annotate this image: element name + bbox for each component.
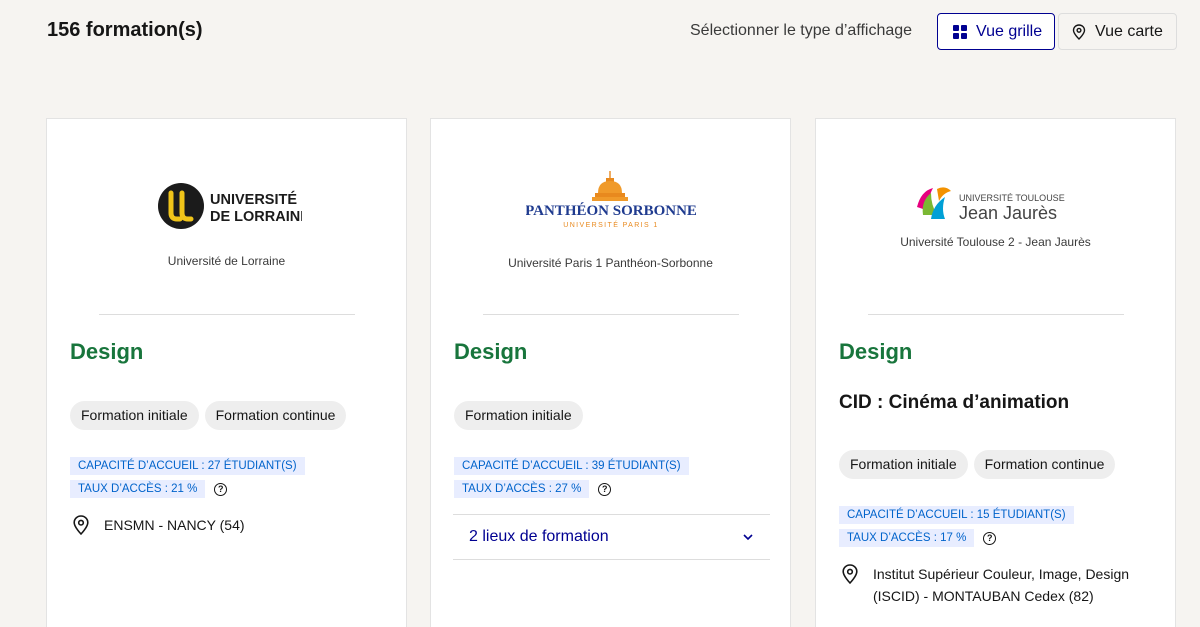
access-rate-text: TAUX D’ACCÈS : 17 % <box>839 529 975 547</box>
formation-card[interactable]: UNIVERSITÉ TOULOUSE Jean Jaurès Universi… <box>815 118 1176 627</box>
tag-list: Formation initiale Formation continue <box>839 450 1116 479</box>
svg-text:UNIVERSITÉ: UNIVERSITÉ <box>210 191 297 208</box>
establishment-name: Université de Lorraine <box>167 254 286 268</box>
tag-formation-initiale: Formation initiale <box>839 450 968 479</box>
formation-card[interactable]: PANTHÉON SORBONNE UNIVERSITÉ PARIS 1 Uni… <box>430 118 791 627</box>
map-view-label: Vue carte <box>1095 22 1163 40</box>
view-type-label: Sélectionner le type d’affichage <box>690 22 913 39</box>
tag-formation-initiale: Formation initiale <box>70 401 199 430</box>
svg-text:Jean Jaurès: Jean Jaurès <box>959 203 1057 223</box>
help-icon[interactable]: ? <box>598 482 612 496</box>
svg-text:DE LORRAINE: DE LORRAINE <box>210 209 302 225</box>
establishment-name: Université Toulouse 2 - Jean Jaurès <box>900 235 1091 249</box>
capacity-stat: CAPACITÉ D’ACCUEIL : 27 ÉTUDIANT(S) <box>70 457 305 475</box>
results-header: 156 formation(s) Sélectionner le type d’… <box>0 0 1200 64</box>
help-icon[interactable]: ? <box>983 531 997 545</box>
location-pin-icon <box>73 515 89 536</box>
tag-formation-initiale: Formation initiale <box>454 401 583 430</box>
tag-list: Formation initiale Formation continue <box>70 401 347 430</box>
grid-view-button[interactable]: Vue grille <box>937 13 1055 50</box>
formation-title[interactable]: Design <box>70 339 143 365</box>
capacity-text: CAPACITÉ D’ACCUEIL : 15 ÉTUDIANT(S) <box>839 506 1074 524</box>
svg-text:UNIVERSITÉ PARIS 1: UNIVERSITÉ PARIS 1 <box>563 220 658 229</box>
locations-toggle-label: 2 lieux de formation <box>469 528 609 545</box>
capacity-stat: CAPACITÉ D’ACCUEIL : 39 ÉTUDIANT(S) <box>454 457 689 475</box>
university-logo: UNIVERSITÉ TOULOUSE Jean Jaurès <box>816 181 1175 231</box>
grid-view-label: Vue grille <box>976 22 1043 40</box>
tag-formation-continue: Formation continue <box>973 450 1116 479</box>
results-count: 156 formation(s) <box>47 19 203 41</box>
formation-title[interactable]: Design <box>454 339 527 365</box>
university-logo: UNIVERSITÉ DE LORRAINE <box>47 177 406 235</box>
location-text: ENSMN - NANCY (54) <box>104 517 245 533</box>
svg-text:UNIVERSITÉ TOULOUSE: UNIVERSITÉ TOULOUSE <box>959 193 1065 203</box>
chevron-down-icon <box>742 528 754 546</box>
capacity-text: CAPACITÉ D’ACCUEIL : 27 ÉTUDIANT(S) <box>70 457 305 475</box>
help-icon[interactable]: ? <box>214 482 228 496</box>
location-pin-icon <box>842 564 858 585</box>
tag-list: Formation initiale <box>454 401 583 430</box>
formation-title[interactable]: Design <box>839 339 912 365</box>
svg-text:PANTHÉON SORBONNE: PANTHÉON SORBONNE <box>526 202 696 219</box>
map-pin-icon <box>1071 23 1087 40</box>
locations-accordion[interactable]: 2 lieux de formation <box>453 514 770 560</box>
location: Institut Supérieur Couleur, Image, Desig… <box>839 563 1129 607</box>
access-rate-text: TAUX D’ACCÈS : 21 % <box>70 480 206 498</box>
divider <box>483 314 739 315</box>
formation-subtitle: CID : Cinéma d’animation <box>839 392 1070 413</box>
capacity-text: CAPACITÉ D’ACCUEIL : 39 ÉTUDIANT(S) <box>454 457 689 475</box>
access-rate-stat: TAUX D’ACCÈS : 27 % ? <box>454 480 612 498</box>
university-logo: PANTHÉON SORBONNE UNIVERSITÉ PARIS 1 <box>431 169 790 235</box>
formation-card[interactable]: UNIVERSITÉ DE LORRAINE Université de Lor… <box>46 118 407 627</box>
establishment-name: Université Paris 1 Panthéon-Sorbonne <box>508 256 713 270</box>
access-rate-stat: TAUX D’ACCÈS : 17 % ? <box>839 529 997 547</box>
access-rate-stat: TAUX D’ACCÈS : 21 % ? <box>70 480 228 498</box>
map-view-button[interactable]: Vue carte <box>1058 13 1177 50</box>
divider <box>868 314 1124 315</box>
grid-icon <box>952 24 968 40</box>
tag-formation-continue: Formation continue <box>204 401 347 430</box>
capacity-stat: CAPACITÉ D’ACCUEIL : 15 ÉTUDIANT(S) <box>839 506 1074 524</box>
location: ENSMN - NANCY (54) <box>70 514 245 536</box>
access-rate-text: TAUX D’ACCÈS : 27 % <box>454 480 590 498</box>
location-text: Institut Supérieur Couleur, Image, Desig… <box>873 566 1130 604</box>
divider <box>99 314 355 315</box>
